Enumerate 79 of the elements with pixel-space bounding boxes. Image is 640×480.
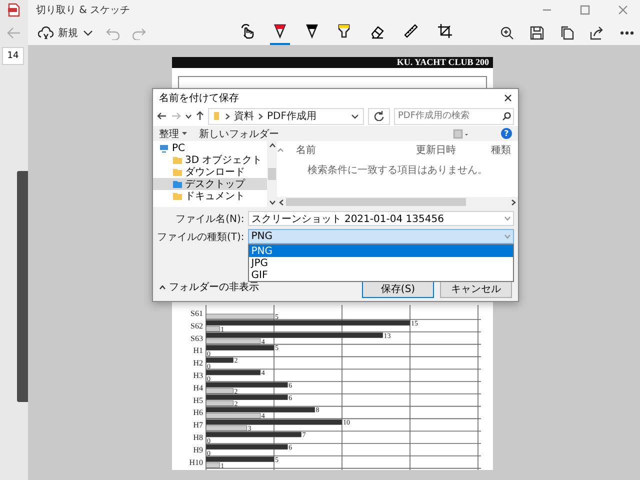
file-type-label: ファイルの種類(T): <box>157 230 244 244</box>
chevron-down-icon[interactable] <box>351 114 359 118</box>
pen-icon[interactable] <box>305 22 319 38</box>
save-icon[interactable] <box>530 26 544 40</box>
column-header[interactable]: 種類 <box>479 143 518 157</box>
page-number-field[interactable]: 14 <box>2 47 24 65</box>
category-label: H3 <box>193 370 203 380</box>
column-header[interactable]: 更新日時 <box>404 143 479 157</box>
search-icon <box>502 112 511 120</box>
document-header: KU. YACHT CLUB 200 <box>172 57 493 68</box>
touch-hand-icon[interactable] <box>239 22 255 38</box>
crop-icon[interactable] <box>437 22 453 38</box>
refresh-icon <box>374 111 384 121</box>
column-header[interactable]: 名前 <box>284 143 404 157</box>
dropdown-option[interactable]: PNG <box>249 245 513 257</box>
address-bar[interactable]: 資料 PDF作成用 <box>208 108 364 124</box>
organize-button[interactable]: 整理 <box>159 126 187 140</box>
chevron-down-icon <box>504 216 511 221</box>
folder-tree-item[interactable]: 3D オブジェクト <box>153 154 267 166</box>
close-icon[interactable] <box>504 94 512 102</box>
dropdown-option[interactable]: GIF <box>249 269 513 281</box>
chevron-up-icon <box>268 143 276 148</box>
chevron-down-icon <box>268 200 276 205</box>
sort-indicator-icon <box>277 148 284 152</box>
file-type-dropdown[interactable]: PNG <box>248 229 514 244</box>
window-title: 切り取り & スケッチ <box>36 4 132 17</box>
empty-message: 検索条件に一致する項目はありません。 <box>306 164 488 178</box>
scrollbar-thumb[interactable] <box>268 168 276 180</box>
category-label: H9 <box>193 445 203 454</box>
search-field[interactable]: PDF作成用の検索 <box>394 108 514 124</box>
breadcrumb-item[interactable]: 資料 <box>234 109 254 123</box>
category-label: H10 <box>189 458 203 467</box>
chevron-right-icon <box>511 198 516 206</box>
hide-folders-button[interactable]: フォルダーの非表示 <box>159 280 356 294</box>
new-snip-button[interactable]: 新規 <box>34 22 82 42</box>
category-label: H8 <box>193 432 203 442</box>
pen-icon[interactable] <box>273 22 287 38</box>
breadcrumb-item[interactable]: PDF作成用 <box>267 109 316 123</box>
zoom-in-icon[interactable] <box>500 26 514 40</box>
category-label: S63 <box>190 334 203 343</box>
folder-tree-item[interactable]: デスクトップ <box>153 178 267 190</box>
refresh-button[interactable] <box>368 108 390 124</box>
highlighter-icon[interactable] <box>337 22 351 38</box>
category-label: S62 <box>190 321 203 330</box>
chevron-down-icon[interactable] <box>185 114 192 118</box>
pdf-file-icon <box>8 3 20 17</box>
chevron-up-icon <box>159 284 166 290</box>
scrollbar[interactable] <box>277 197 518 207</box>
dropdown-option[interactable]: JPG <box>249 257 513 269</box>
back-arrow-icon[interactable] <box>157 112 167 120</box>
category-label: H7 <box>193 420 203 430</box>
chevron-down-icon <box>182 132 187 136</box>
category-label: S61 <box>190 308 203 318</box>
new-folder-button[interactable]: 新しいフォルダー <box>199 126 279 140</box>
share-icon[interactable] <box>590 26 604 40</box>
category-label: H1 <box>193 346 203 355</box>
chevron-down-icon[interactable] <box>82 28 94 38</box>
dialog-title: 名前を付けて保存 <box>159 92 240 104</box>
chevron-right-icon[interactable] <box>225 112 230 120</box>
up-arrow-icon[interactable] <box>196 111 204 121</box>
computer-icon <box>159 144 169 152</box>
file-name-field[interactable]: スクリーンショット 2021-01-04 135456 <box>248 211 514 226</box>
folder-tree-item[interactable]: ダウンロード <box>153 166 267 178</box>
copy-icon[interactable] <box>560 26 574 40</box>
category-label: H2 <box>193 358 203 368</box>
folder-tree-item[interactable]: PC <box>153 142 267 154</box>
ruler-icon[interactable] <box>403 22 419 38</box>
chevron-left-icon <box>279 198 284 206</box>
file-name-label: ファイル名(N): <box>174 212 244 226</box>
folder-tree-item[interactable]: ドキュメント <box>153 190 267 202</box>
category-label: H4 <box>193 383 203 392</box>
category-label: H6 <box>193 408 203 417</box>
help-button[interactable]: ? <box>501 128 512 139</box>
chevron-down-icon <box>504 234 511 239</box>
maximize-icon[interactable] <box>580 5 590 15</box>
chevron-right-icon[interactable] <box>258 112 263 120</box>
scrollbar-thumb[interactable] <box>286 198 466 206</box>
category-label: H5 <box>193 396 203 405</box>
more-icon[interactable] <box>620 30 634 34</box>
